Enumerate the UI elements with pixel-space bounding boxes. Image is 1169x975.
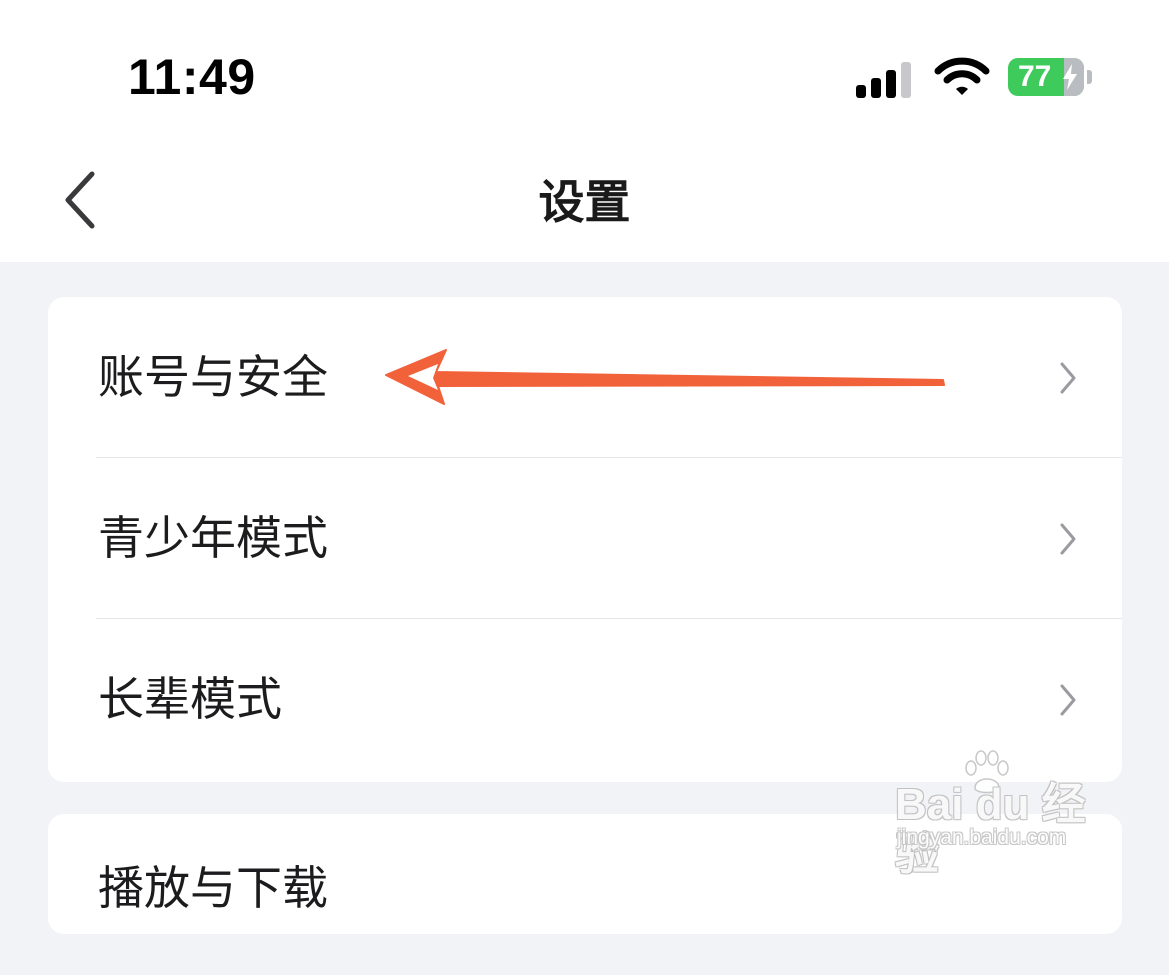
battery-level: 77 <box>1018 60 1052 93</box>
settings-group-account: 账号与安全 青少年模式 长辈模式 <box>48 297 1122 782</box>
battery-cap <box>1087 70 1092 84</box>
chevron-right-icon <box>1060 362 1076 394</box>
settings-item-label: 账号与安全 <box>98 350 328 404</box>
settings-item-account-security[interactable]: 账号与安全 <box>48 297 1122 458</box>
status-time: 11:49 <box>128 49 256 105</box>
cellular-signal-icon <box>856 58 914 98</box>
charging-bolt-icon <box>1063 64 1077 90</box>
header-area: 11:49 77 设置 <box>0 0 1169 262</box>
settings-group-playback: 播放与下载 <box>48 814 1122 934</box>
settings-item-playback-download[interactable]: 播放与下载 <box>48 814 1122 975</box>
settings-item-label: 青少年模式 <box>98 511 328 565</box>
settings-item-teen-mode[interactable]: 青少年模式 <box>48 458 1122 619</box>
settings-item-label: 播放与下载 <box>98 861 328 915</box>
wifi-icon <box>934 57 990 95</box>
battery-icon: 77 <box>1008 58 1084 96</box>
chevron-right-icon <box>1060 523 1076 555</box>
chevron-right-icon <box>1060 684 1076 716</box>
settings-item-label: 长辈模式 <box>98 672 282 726</box>
settings-item-elder-mode[interactable]: 长辈模式 <box>48 619 1122 780</box>
page-title: 设置 <box>538 175 631 229</box>
